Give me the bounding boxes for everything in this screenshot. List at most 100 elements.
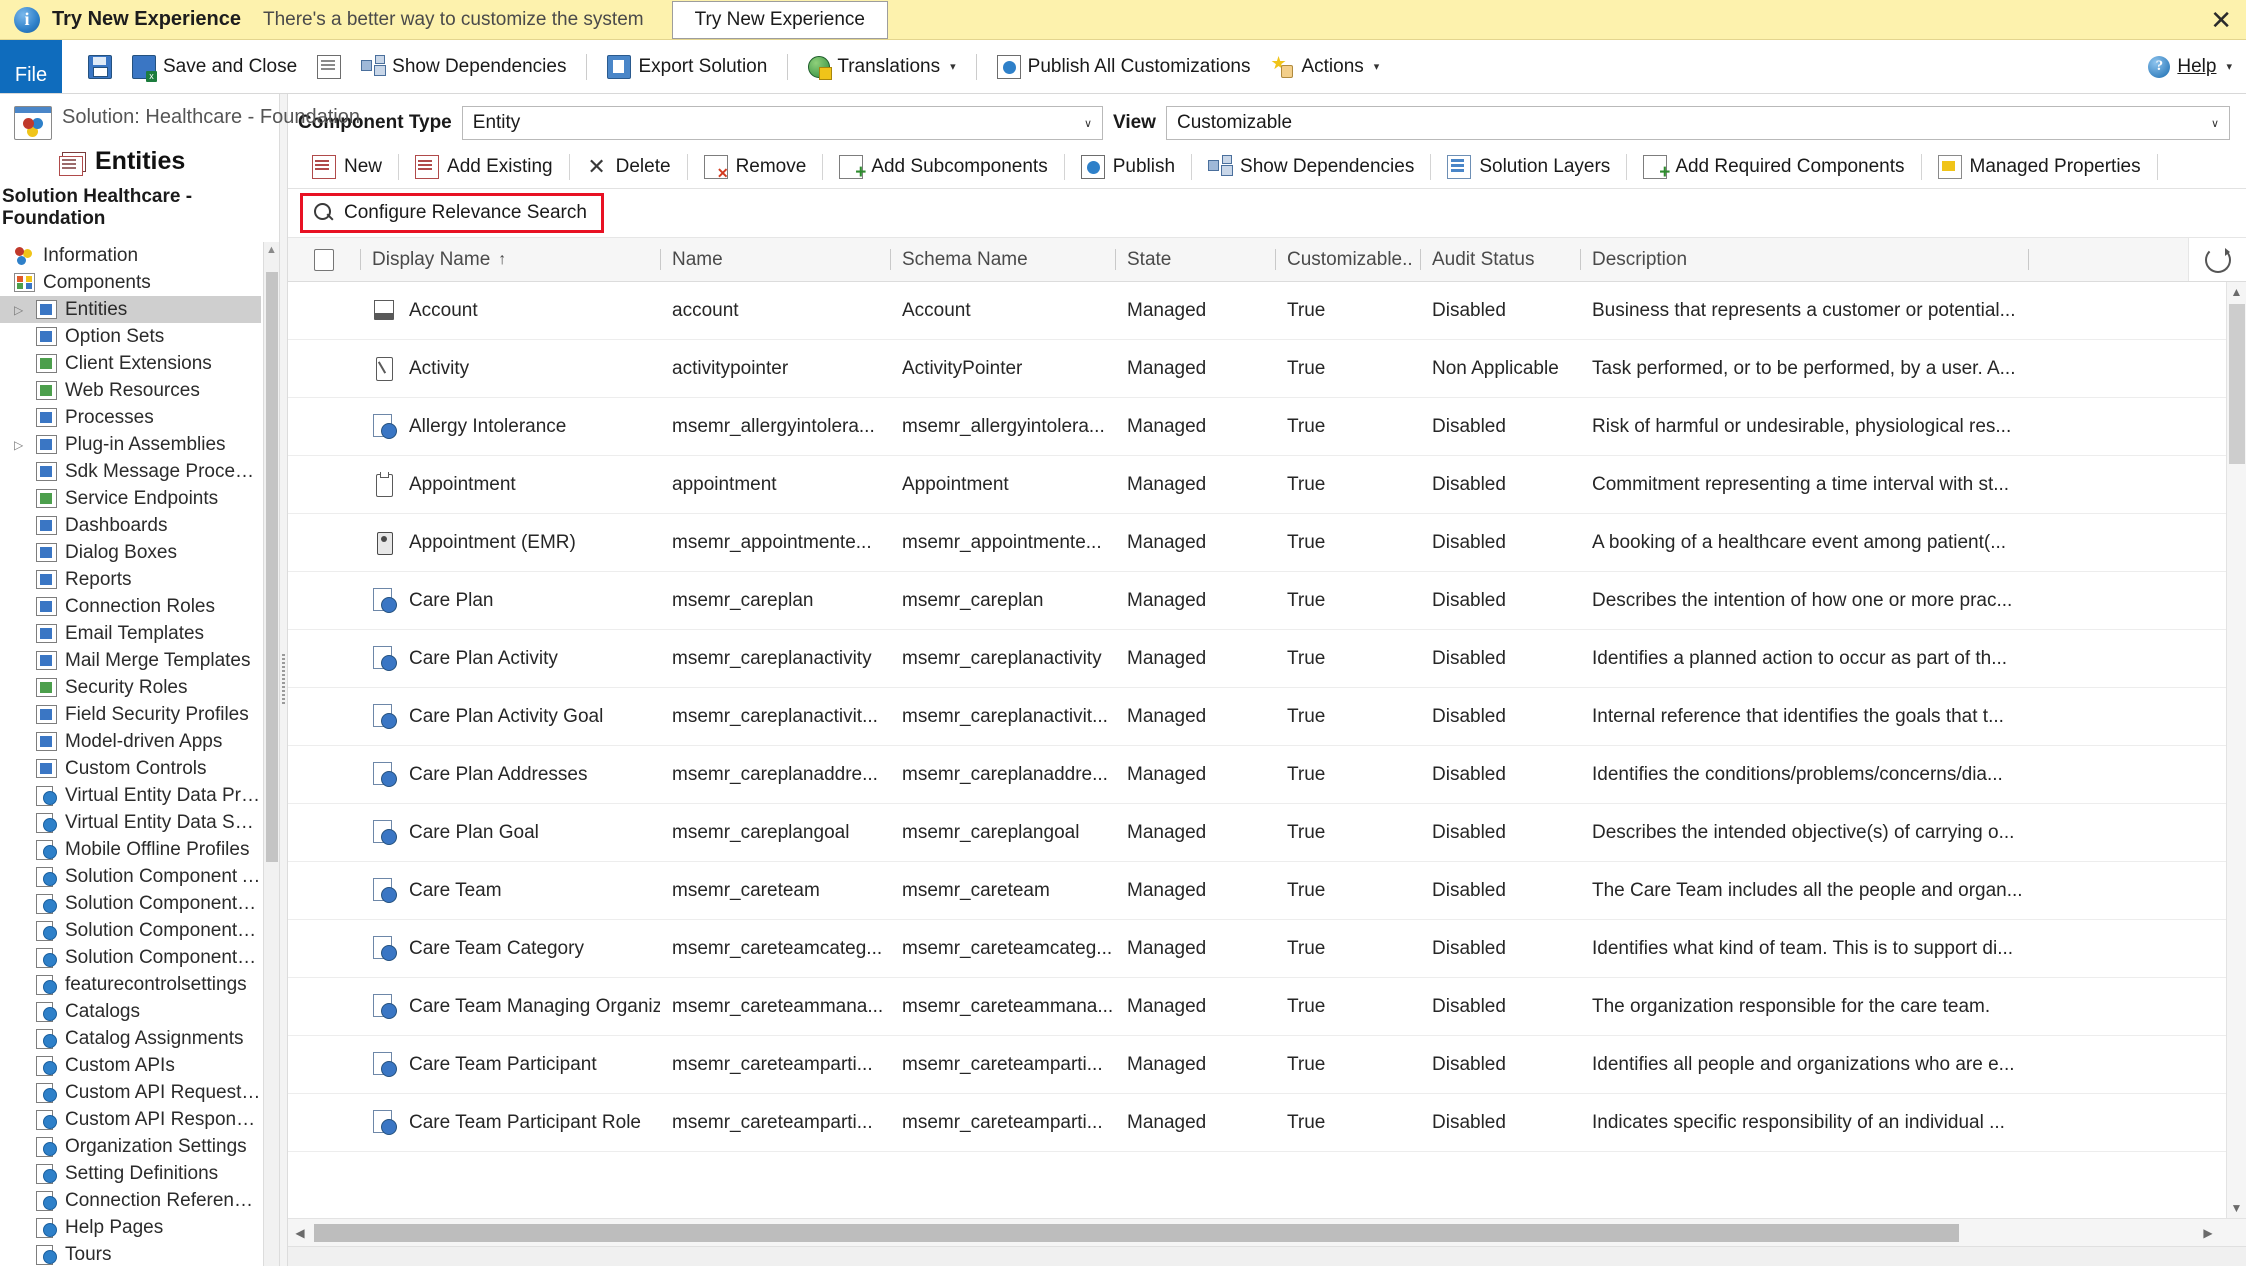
sidebar-item-field-security-profiles[interactable]: ▷Field Security Profiles bbox=[0, 701, 261, 728]
sidebar-item-help-pages[interactable]: ▷Help Pages bbox=[0, 1214, 261, 1241]
table-row[interactable]: Care Plan Activity Goal msemr_careplanact… bbox=[288, 688, 2226, 746]
document-button[interactable] bbox=[307, 51, 351, 83]
add-subcomponents-button[interactable]: Add Subcomponents bbox=[827, 150, 1059, 184]
show-dependencies-command[interactable]: Show Dependencies bbox=[1196, 150, 1426, 184]
sidebar-item-organization-settings[interactable]: ▷Organization Settings bbox=[0, 1133, 261, 1160]
sidebar-item-solution-component-a[interactable]: ▷Solution Component A... bbox=[0, 863, 261, 890]
table-row[interactable]: Care Team Participant Role msemr_careteam… bbox=[288, 1094, 2226, 1152]
column-header-display-name[interactable]: Display Name ↑ bbox=[360, 238, 660, 281]
table-row[interactable]: Appointment (EMR) msemr_appointmente... ms… bbox=[288, 514, 2226, 572]
sidebar-item-virtual-entity-data-sour[interactable]: ▷Virtual Entity Data Sour... bbox=[0, 809, 261, 836]
sidebar-item-security-roles[interactable]: ▷Security Roles bbox=[0, 674, 261, 701]
table-row[interactable]: Care Plan Activity msemr_careplanactivity… bbox=[288, 630, 2226, 688]
sidebar-item-mail-merge-templates[interactable]: ▷Mail Merge Templates bbox=[0, 647, 261, 674]
sidebar-item-entities[interactable]: ▷ Entities bbox=[0, 296, 261, 323]
sidebar-item-solution-component-b[interactable]: ▷Solution Component B... bbox=[0, 890, 261, 917]
export-solution-button[interactable]: Export Solution bbox=[597, 51, 777, 83]
file-tab[interactable]: File bbox=[0, 40, 62, 93]
sidebar-item-web-resources[interactable]: ▷Web Resources bbox=[0, 377, 261, 404]
column-header-state[interactable]: State bbox=[1115, 238, 1275, 281]
actions-button[interactable]: Actions ▾ bbox=[1260, 52, 1389, 82]
save-button[interactable] bbox=[78, 51, 122, 83]
scroll-right-icon[interactable]: ▶ bbox=[2196, 1226, 2220, 1240]
sidebar-item-dashboards[interactable]: ▷Dashboards bbox=[0, 512, 261, 539]
new-button[interactable]: New bbox=[300, 150, 394, 184]
sidebar-item-custom-api-request-pa[interactable]: ▷Custom API Request Pa... bbox=[0, 1079, 261, 1106]
sidebar-item-catalog-assignments[interactable]: ▷Catalog Assignments bbox=[0, 1025, 261, 1052]
sidebar-item-custom-api-response[interactable]: ▷Custom API Response ... bbox=[0, 1106, 261, 1133]
translations-button[interactable]: Translations ▾ bbox=[798, 52, 965, 82]
sidebar-scrollbar[interactable]: ▲ bbox=[263, 242, 279, 1266]
panel-splitter[interactable] bbox=[279, 94, 288, 1266]
horizontal-scrollbar-thumb[interactable] bbox=[314, 1224, 1959, 1242]
refresh-button[interactable] bbox=[2188, 238, 2246, 281]
table-row[interactable]: Account account Account Managed True Disabled… bbox=[288, 282, 2226, 340]
select-all-checkbox[interactable] bbox=[314, 248, 334, 271]
sidebar-item-connection-roles[interactable]: ▷Connection Roles bbox=[0, 593, 261, 620]
table-row[interactable]: Care Plan Addresses msemr_careplanaddre..… bbox=[288, 746, 2226, 804]
sidebar-item-service-endpoints[interactable]: ▷Service Endpoints bbox=[0, 485, 261, 512]
sidebar-item-model-driven-apps[interactable]: ▷Model-driven Apps bbox=[0, 728, 261, 755]
expand-arrow-icon[interactable]: ▷ bbox=[14, 303, 28, 317]
publish-button[interactable]: Publish bbox=[1069, 150, 1187, 184]
scroll-up-icon[interactable]: ▲ bbox=[264, 242, 279, 258]
vertical-scrollbar-thumb[interactable] bbox=[2229, 304, 2245, 464]
table-row[interactable]: Care Team Category msemr_careteamcateg...… bbox=[288, 920, 2226, 978]
column-header-schema-name[interactable]: Schema Name bbox=[890, 238, 1115, 281]
sidebar-item-processes[interactable]: ▷Processes bbox=[0, 404, 261, 431]
managed-properties-button[interactable]: Managed Properties bbox=[1926, 150, 2153, 184]
table-row[interactable]: Activity activitypointer ActivityPointer Ma… bbox=[288, 340, 2226, 398]
column-header-name[interactable]: Name bbox=[660, 238, 890, 281]
show-dependencies-button[interactable]: Show Dependencies bbox=[351, 51, 576, 83]
grid-vertical-scrollbar[interactable]: ▲ ▼ bbox=[2226, 282, 2246, 1218]
try-new-experience-button[interactable]: Try New Experience bbox=[671, 0, 888, 39]
sidebar-item-tours[interactable]: ▷Tours bbox=[0, 1241, 261, 1266]
sidebar-item-solution-component-r[interactable]: ▷Solution Component R... bbox=[0, 944, 261, 971]
column-header-customizable[interactable]: Customizable.. bbox=[1275, 238, 1420, 281]
table-row[interactable]: Care Team msemr_careteam msemr_careteam Man… bbox=[288, 862, 2226, 920]
scroll-down-icon[interactable]: ▼ bbox=[2227, 1198, 2246, 1218]
table-row[interactable]: Care Team Participant msemr_careteamparti… bbox=[288, 1036, 2226, 1094]
view-select[interactable]: Customizable ∨ bbox=[1165, 106, 2230, 140]
sidebar-item-information[interactable]: ▷Information bbox=[0, 242, 261, 269]
sidebar-scrollbar-thumb[interactable] bbox=[266, 272, 278, 862]
sidebar-item-solution-component-c[interactable]: ▷Solution Component C... bbox=[0, 917, 261, 944]
help-button[interactable]: ? Help ▾ bbox=[2148, 55, 2232, 78]
sidebar-item-virtual-entity-data-prov[interactable]: ▷Virtual Entity Data Prov... bbox=[0, 782, 261, 809]
sidebar-item-sdk-message-processin[interactable]: ▷Sdk Message Processin... bbox=[0, 458, 261, 485]
configure-relevance-search-button[interactable]: Configure Relevance Search bbox=[300, 193, 604, 233]
sidebar-item-reports[interactable]: ▷Reports bbox=[0, 566, 261, 593]
scroll-left-icon[interactable]: ◀ bbox=[288, 1226, 312, 1240]
expand-arrow-icon[interactable]: ▷ bbox=[14, 438, 28, 452]
add-existing-button[interactable]: Add Existing bbox=[403, 150, 565, 184]
sidebar-item-plug-in-assemblies[interactable]: ▷ Plug-in Assemblies bbox=[0, 431, 261, 458]
sidebar-item-option-sets[interactable]: ▷Option Sets bbox=[0, 323, 261, 350]
sidebar-item-email-templates[interactable]: ▷Email Templates bbox=[0, 620, 261, 647]
table-row[interactable]: Care Plan Goal msemr_careplangoal msemr_ca… bbox=[288, 804, 2226, 862]
remove-button[interactable]: Remove bbox=[692, 150, 819, 184]
column-header-description[interactable]: Description bbox=[1580, 238, 2028, 281]
table-row[interactable]: Care Plan msemr_careplan msemr_careplan Man… bbox=[288, 572, 2226, 630]
sidebar-item-custom-controls[interactable]: ▷Custom Controls bbox=[0, 755, 261, 782]
sidebar-item-connection-references[interactable]: ▷Connection References bbox=[0, 1187, 261, 1214]
table-row[interactable]: Care Team Managing Organiza... msemr_care… bbox=[288, 978, 2226, 1036]
sidebar-item-mobile-offline-profiles[interactable]: ▷Mobile Offline Profiles bbox=[0, 836, 261, 863]
column-header-audit-status[interactable]: Audit Status bbox=[1420, 238, 1580, 281]
scroll-up-icon[interactable]: ▲ bbox=[2227, 282, 2246, 302]
grid-horizontal-scrollbar[interactable]: ◀ ▶ bbox=[288, 1218, 2246, 1246]
table-row[interactable]: Appointment appointment Appointment Managed… bbox=[288, 456, 2226, 514]
sidebar-item-catalogs[interactable]: ▷Catalogs bbox=[0, 998, 261, 1025]
save-and-close-button[interactable]: Save and Close bbox=[122, 51, 307, 83]
add-required-components-button[interactable]: Add Required Components bbox=[1631, 150, 1916, 184]
publish-all-customizations-button[interactable]: Publish All Customizations bbox=[987, 51, 1261, 83]
sidebar-item-setting-definitions[interactable]: ▷Setting Definitions bbox=[0, 1160, 261, 1187]
table-row[interactable]: Allergy Intolerance msemr_allergyintolera… bbox=[288, 398, 2226, 456]
select-all-header[interactable] bbox=[288, 238, 360, 281]
component-type-select[interactable]: Entity ∨ bbox=[461, 106, 1103, 140]
delete-button[interactable]: ✕ Delete bbox=[574, 151, 683, 183]
close-icon[interactable]: ✕ bbox=[2210, 7, 2232, 33]
sidebar-item-client-extensions[interactable]: ▷Client Extensions bbox=[0, 350, 261, 377]
sidebar-item-featurecontrolsettings[interactable]: ▷featurecontrolsettings bbox=[0, 971, 261, 998]
sidebar-item-components[interactable]: ▷Components bbox=[0, 269, 261, 296]
sidebar-item-custom-apis[interactable]: ▷Custom APIs bbox=[0, 1052, 261, 1079]
